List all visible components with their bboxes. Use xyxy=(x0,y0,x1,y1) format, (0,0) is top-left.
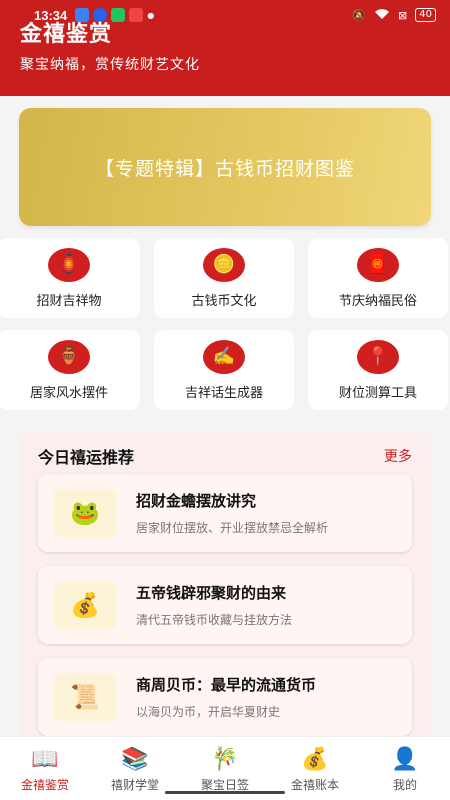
user-icon: 👤 xyxy=(391,747,419,772)
section-header: 今日禧运推荐 更多 xyxy=(38,444,412,468)
list-item[interactable]: 🐸 招财金蟾摆放讲究 居家财位摆放、开业摆放禁忌全解析 xyxy=(38,474,412,552)
category-item-festival[interactable]: 🧧 节庆纳福民俗 xyxy=(308,238,448,318)
tab-label: 我的 xyxy=(392,778,417,792)
writing-hand-icon: ✍️ xyxy=(203,339,245,374)
list-item-title: 五帝钱辟邪聚财的由来 xyxy=(136,584,287,602)
red-envelope-icon: 🧧 xyxy=(357,247,399,282)
app-notification-icon xyxy=(111,8,126,22)
app-notification-icon xyxy=(75,8,90,22)
tab-label: 金禧鉴赏 xyxy=(20,778,69,792)
category-label: 吉祥话生成器 xyxy=(184,385,263,401)
page-subtitle: 聚宝纳福，赏传统财艺文化 xyxy=(20,57,200,73)
category-item-mascot[interactable]: 🏮 招财吉祥物 xyxy=(0,238,140,318)
list-item-desc: 居家财位摆放、开业摆放禁忌全解析 xyxy=(136,521,329,535)
wifi-icon xyxy=(374,8,390,23)
daily-recommend-section: 今日禧运推荐 更多 🐸 招财金蟾摆放讲究 居家财位摆放、开业摆放禁忌全解析 💰 … xyxy=(19,432,431,752)
page-title: 金禧鉴赏 xyxy=(20,22,113,47)
list-item-desc: 以海贝为币，开启华夏财史 xyxy=(136,705,281,719)
vase-icon: 🏺 xyxy=(48,339,90,374)
scroll-icon: 📜 xyxy=(54,673,116,721)
bottom-tab-bar: 📖 金禧鉴赏 📚 禧财学堂 🎋 聚宝日签 💰 金禧账本 👤 我的 xyxy=(0,736,450,800)
more-dot-icon: ● xyxy=(147,10,155,20)
category-item-coin[interactable]: 🪙 古钱币文化 xyxy=(154,238,294,318)
coin-icon: 🪙 xyxy=(203,247,245,282)
books-icon: 📚 xyxy=(121,747,149,772)
app-notification-icon xyxy=(129,8,144,22)
frog-icon: 🐸 xyxy=(54,489,116,537)
category-item-fengshui[interactable]: 🏺 居家风水摆件 xyxy=(0,330,140,410)
section-title: 今日禧运推荐 xyxy=(38,448,135,467)
category-label: 节庆纳福民俗 xyxy=(338,293,417,309)
list-item[interactable]: 📜 商周贝币：最早的流通货币 以海贝为币，开启华夏财史 xyxy=(38,658,412,736)
lantern-icon: 🏮 xyxy=(48,247,90,282)
featured-banner[interactable]: 【专题特辑】古钱币招财图鉴 xyxy=(19,108,431,226)
battery-icon: 40 xyxy=(415,8,436,22)
tab-label: 金禧账本 xyxy=(290,778,339,792)
list-item[interactable]: 💰 五帝钱辟邪聚财的由来 清代五帝钱币收藏与挂放方法 xyxy=(38,566,412,644)
category-label: 古钱币文化 xyxy=(191,293,257,309)
tab-label: 禧财学堂 xyxy=(110,778,159,792)
pin-icon: 📍 xyxy=(357,339,399,374)
category-grid: 🏮 招财吉祥物 🪙 古钱币文化 🧧 节庆纳福民俗 🏺 居家风水摆件 ✍️ 吉祥话… xyxy=(0,238,450,410)
list-item-desc: 清代五帝钱币收藏与挂放方法 xyxy=(136,613,293,627)
money-bag-icon: 💰 xyxy=(54,581,116,629)
bamboo-icon: 🎋 xyxy=(211,747,239,772)
tab-home[interactable]: 📖 金禧鉴赏 xyxy=(0,737,90,800)
status-indicators: 🔕 ⊠ 40 xyxy=(352,8,436,23)
book-icon: 📖 xyxy=(31,747,59,772)
sim-icon: ⊠ xyxy=(398,8,408,22)
home-indicator[interactable] xyxy=(165,791,285,794)
app-header: 金禧鉴赏 聚宝纳福，赏传统财艺文化 xyxy=(0,24,450,96)
status-app-icons: ● xyxy=(75,8,154,22)
category-label: 招财吉祥物 xyxy=(36,293,102,309)
list-item-title: 商周贝币：最早的流通货币 xyxy=(136,676,317,694)
tab-profile[interactable]: 👤 我的 xyxy=(360,737,450,800)
category-label: 财位测算工具 xyxy=(338,385,417,401)
status-time: 13:34 xyxy=(34,7,68,23)
category-label: 居家风水摆件 xyxy=(29,385,108,401)
list-item-title: 招财金蟾摆放讲究 xyxy=(136,492,257,510)
more-link[interactable]: 更多 xyxy=(384,446,412,466)
money-bag-icon: 💰 xyxy=(301,747,329,772)
category-item-wealth-position[interactable]: 📍 财位测算工具 xyxy=(308,330,448,410)
mute-icon: 🔕 xyxy=(352,8,367,22)
category-item-blessing-generator[interactable]: ✍️ 吉祥话生成器 xyxy=(154,330,294,410)
app-notification-icon xyxy=(93,8,108,22)
